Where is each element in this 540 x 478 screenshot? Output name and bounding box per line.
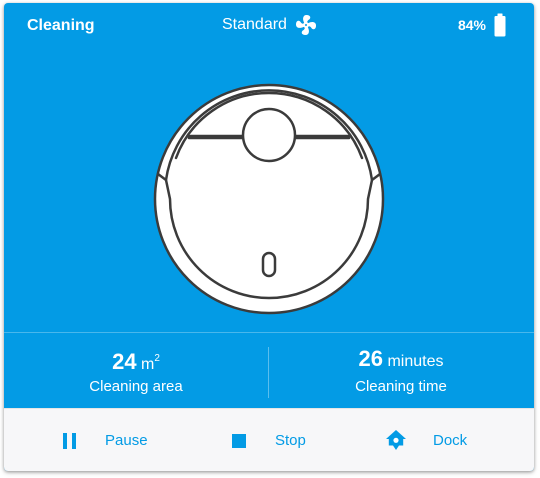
- cleaning-area-value: 24: [112, 349, 137, 374]
- fan-icon: [294, 13, 318, 37]
- pause-icon: [62, 432, 78, 450]
- vacuum-card: Cleaning Standard 84% 24 m2 Cleaning are…: [4, 3, 534, 471]
- card-header: Cleaning Standard 84%: [4, 3, 534, 47]
- pause-button[interactable]: Pause: [62, 409, 148, 471]
- stop-icon: [232, 433, 246, 448]
- dock-button[interactable]: Dock: [384, 409, 467, 471]
- home-map-marker-icon: [384, 429, 408, 453]
- cleaning-time-label: Cleaning time: [355, 378, 447, 395]
- battery-level: 84%: [457, 17, 486, 33]
- cleaning-time-stat: 26 minutes Cleaning time: [269, 333, 533, 409]
- fan-speed-label: Standard: [222, 16, 287, 33]
- cleaning-time-value: 26: [358, 346, 383, 371]
- cleaning-area-label: Cleaning area: [89, 378, 183, 395]
- stats-panel: 24 m2 Cleaning area 26 minutes Cleaning …: [4, 332, 534, 409]
- fan-speed-selector[interactable]: Standard: [222, 11, 318, 39]
- dock-label: Dock: [433, 432, 468, 449]
- control-bar: Pause Stop Dock: [4, 408, 534, 471]
- cleaning-area-stat: 24 m2 Cleaning area: [4, 333, 268, 409]
- battery-status: 84%: [458, 12, 506, 38]
- status-text: Cleaning: [27, 17, 95, 34]
- cleaning-area-unit: m: [141, 356, 155, 373]
- robot-vacuum-illustration: [153, 83, 385, 315]
- cleaning-area-unit-power: 2: [154, 353, 160, 364]
- battery-icon: [494, 13, 506, 37]
- stop-button[interactable]: Stop: [232, 409, 306, 471]
- pause-label: Pause: [105, 432, 148, 449]
- robot-area: [4, 47, 534, 332]
- cleaning-time-unit: minutes: [387, 353, 444, 370]
- stop-label: Stop: [275, 432, 306, 449]
